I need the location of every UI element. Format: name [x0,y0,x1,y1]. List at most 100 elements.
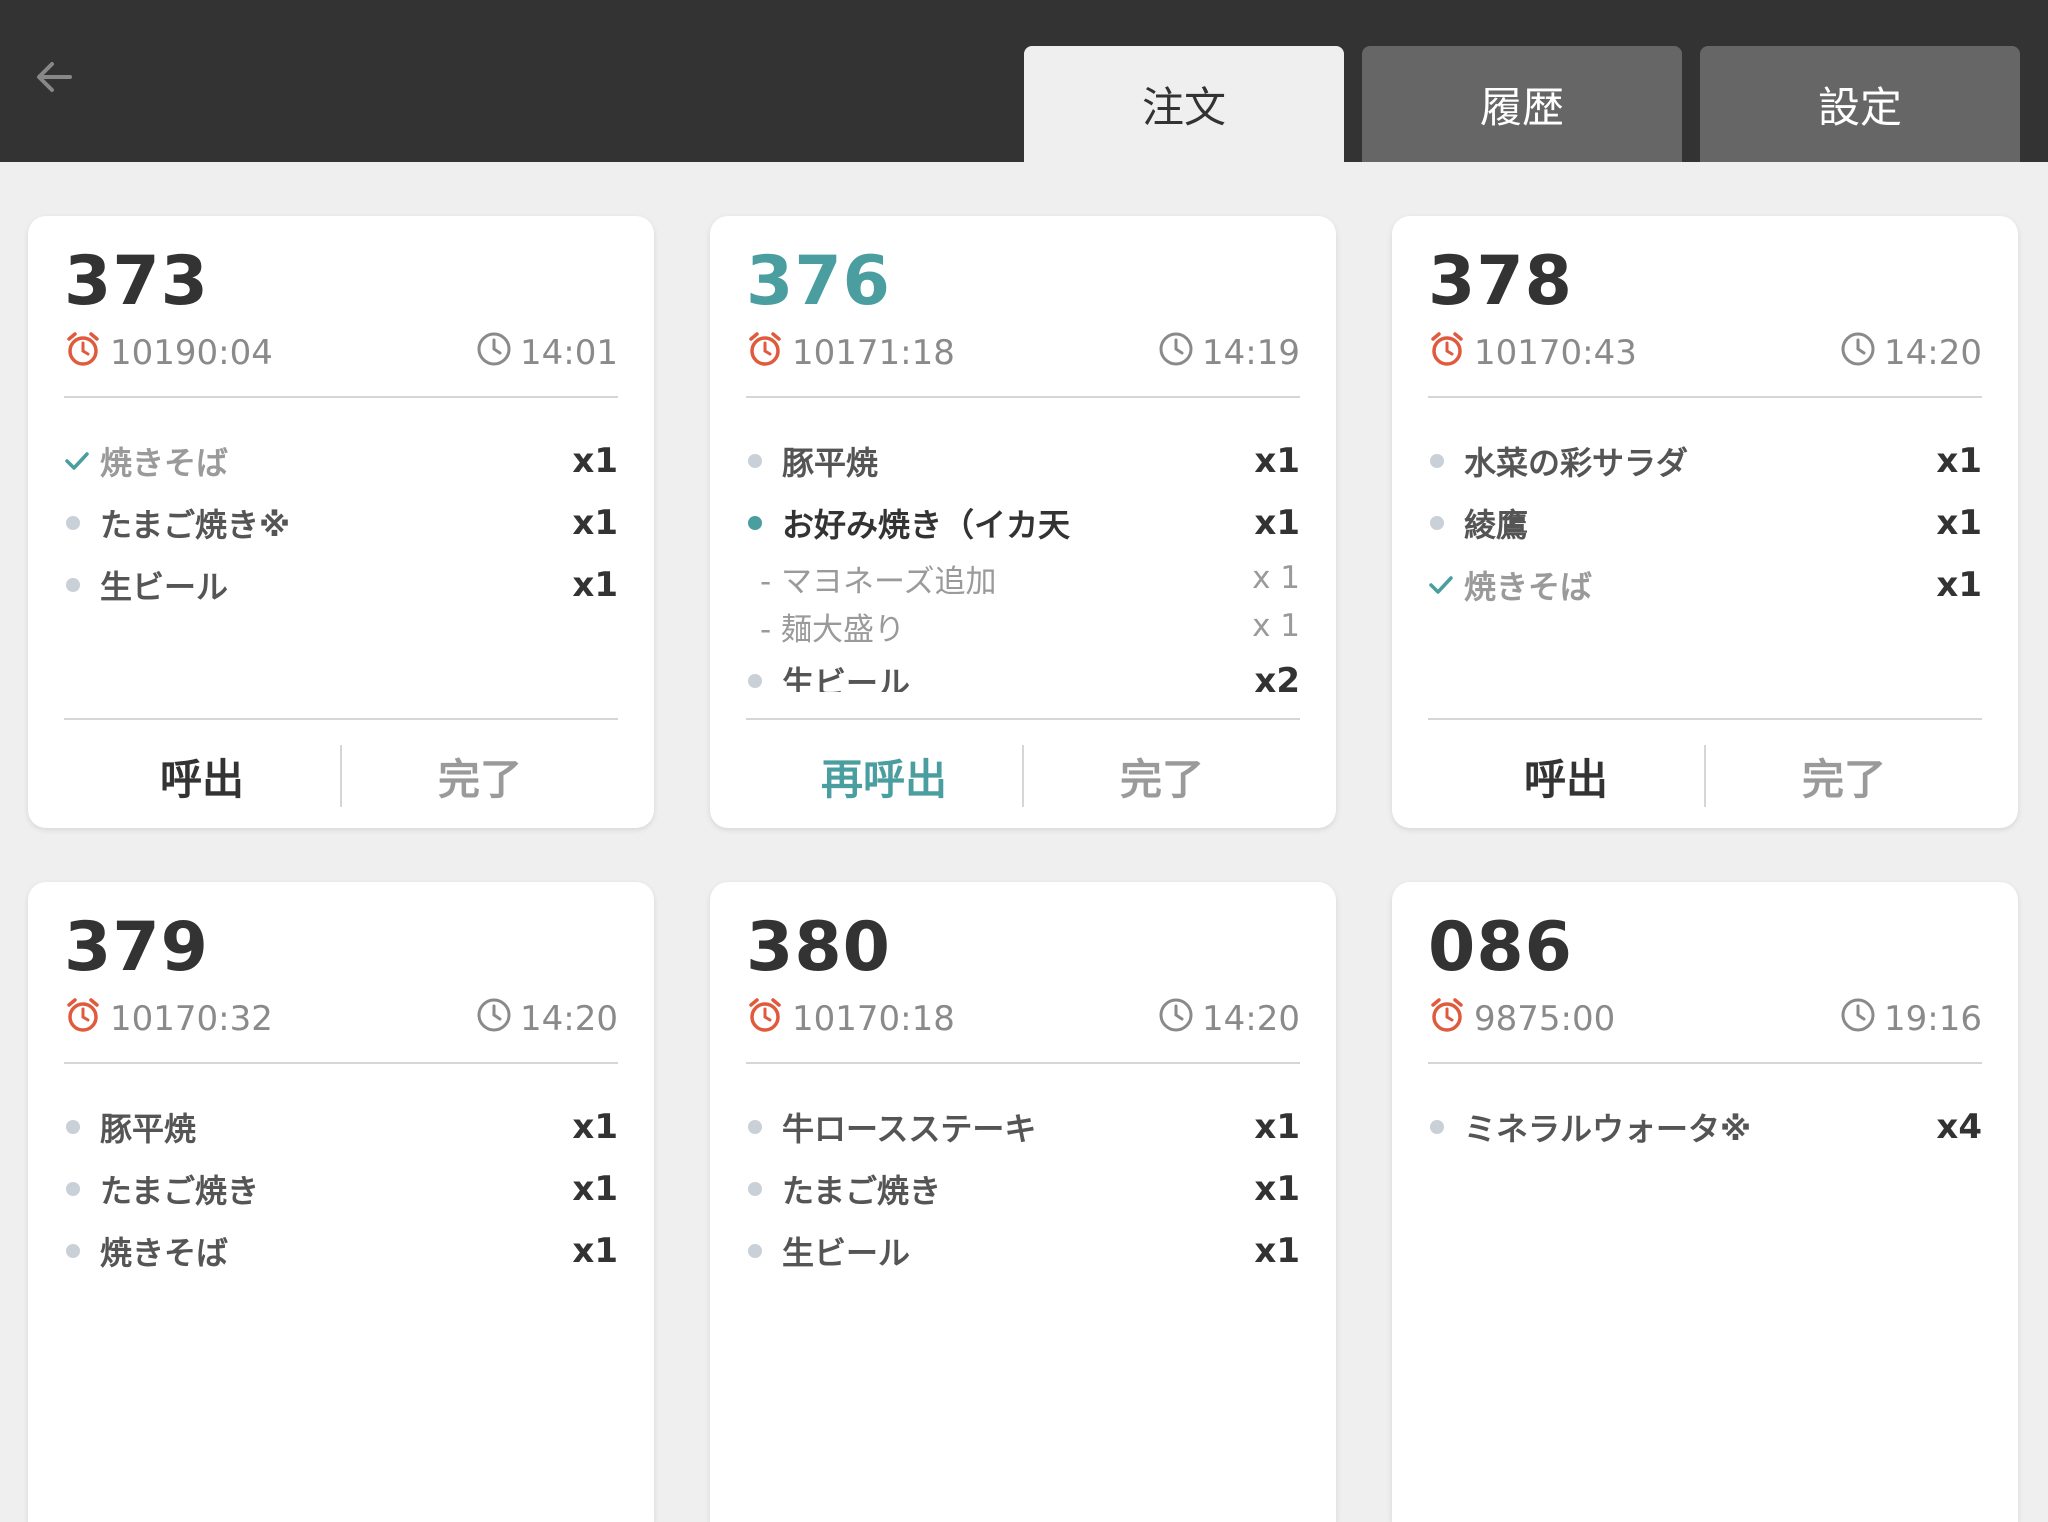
list-item[interactable]: 牛ロースステーキ x1 [746,1096,1300,1158]
call-button[interactable]: 呼出 [64,724,340,828]
order-time: 14:19 [1202,333,1300,373]
complete-button[interactable]: 完了 [1706,724,1982,828]
alarm-icon [64,996,102,1043]
item-qty: x1 [572,503,618,543]
item-qty: x1 [1936,441,1982,481]
list-item[interactable]: 焼きそば x1 [64,430,618,492]
item-name: お好み焼き（イカ天 [782,506,1071,544]
elapsed-time: 10170:43 [1474,333,1637,373]
list-item[interactable]: ミネラルウォータ※ x4 [1428,1096,1982,1158]
order-time: 14:20 [520,999,618,1039]
item-list: ミネラルウォータ※ x4 [1428,1096,1982,1522]
call-button[interactable]: 再呼出 [746,724,1022,828]
check-icon [1428,566,1454,604]
order-number: 379 [64,908,209,987]
list-item[interactable]: 生ビール x1 [746,1220,1300,1282]
status-dot [66,578,80,592]
order-number: 086 [1428,908,1573,987]
order-time: 14:01 [520,333,618,373]
clock-icon [1840,997,1876,1042]
divider [746,396,1300,398]
back-button[interactable] [30,52,80,102]
item-name: 焼きそば [100,444,229,482]
item-name: たまご焼き [100,1172,260,1210]
order-time: 14:20 [1202,999,1300,1039]
order-card[interactable]: 373 10190:04 14:01 焼きそば x1 たまご焼き※ x1 生ビール x1 呼出 完了 [28,216,654,828]
divider [1428,718,1982,720]
clock-icon [476,997,512,1042]
list-item[interactable]: 豚平焼 x1 [64,1096,618,1158]
item-qty: x4 [1936,1107,1982,1147]
list-item[interactable]: 焼きそば x1 [1428,554,1982,616]
arrow-left-icon [37,62,72,92]
list-item[interactable]: たまご焼き※ x1 [64,492,618,554]
list-item[interactable]: たまご焼き x1 [746,1158,1300,1220]
call-button[interactable]: 呼出 [1428,724,1704,828]
divider [64,1062,618,1064]
order-meta: 10170:32 14:20 [64,994,618,1044]
item-name: 水菜の彩サラダ [1464,444,1689,482]
order-card[interactable]: 086 9875:00 19:16 ミネラルウォータ※ x4 [1392,882,2018,1522]
alarm-icon [746,330,784,377]
item-list: 水菜の彩サラダ x1 綾鷹 x1 焼きそば x1 [1428,430,1982,692]
order-meta: 10171:18 14:19 [746,328,1300,378]
list-item[interactable]: お好み焼き（イカ天 x1 [746,492,1300,554]
status-dot [66,1120,80,1134]
order-card[interactable]: 378 10170:43 14:20 水菜の彩サラダ x1 綾鷹 x1 焼きそば x1 呼出 完了 [1392,216,2018,828]
clock-icon [1158,331,1194,376]
status-dot [66,516,80,530]
tab-orders[interactable]: 注文 [1024,46,1344,162]
check-icon [64,442,90,480]
order-card[interactable]: 376 10171:18 14:19 豚平焼 x1 お好み焼き（イカ天 x1 - マヨネーズ追… [710,216,1336,828]
card-actions: 呼出 完了 [1428,724,1982,828]
item-qty: x1 [1254,503,1300,543]
tab-history[interactable]: 履歴 [1362,46,1682,162]
order-time: 19:16 [1884,999,1982,1039]
card-actions: 再呼出 完了 [746,724,1300,828]
complete-button[interactable]: 完了 [342,724,618,828]
card-actions: 呼出 完了 [64,724,618,828]
status-dot [1430,516,1444,530]
order-card[interactable]: 379 10170:32 14:20 豚平焼 x1 たまご焼き x1 焼きそば x1 [28,882,654,1522]
item-name: たまご焼き※ [100,506,291,544]
complete-button[interactable]: 完了 [1024,724,1300,828]
list-item[interactable]: 生ビール x1 [64,554,618,616]
item-qty: x1 [572,1107,618,1147]
elapsed-time: 10171:18 [792,333,955,373]
item-name: ミネラルウォータ※ [1464,1110,1752,1148]
item-name: たまご焼き [782,1172,942,1210]
item-name: 牛ロースステーキ [782,1110,1037,1148]
option-qty: x 1 [1252,560,1300,596]
status-dot [748,1244,762,1258]
item-option: - マヨネーズ追加 x 1 [746,554,1300,602]
status-dot [66,1182,80,1196]
elapsed-time: 10170:18 [792,999,955,1039]
list-item[interactable]: 生ビール x2 [746,650,1300,692]
item-list: 豚平焼 x1 お好み焼き（イカ天 x1 - マヨネーズ追加 x 1 - 麺大盛り x 1 生ビー… [746,430,1300,692]
option-qty: x 1 [1252,608,1300,644]
clock-icon [476,331,512,376]
divider [746,718,1300,720]
item-name: 焼きそば [1464,568,1593,606]
item-qty: x1 [1254,441,1300,481]
item-qty: x1 [572,1169,618,1209]
list-item[interactable]: 水菜の彩サラダ x1 [1428,430,1982,492]
item-qty: x1 [572,441,618,481]
list-item[interactable]: 豚平焼 x1 [746,430,1300,492]
top-bar: 注文 履歴 設定 [0,0,2048,162]
item-qty: x1 [1254,1169,1300,1209]
alarm-icon [1428,996,1466,1043]
elapsed-time: 10170:32 [110,999,273,1039]
list-item[interactable]: たまご焼き x1 [64,1158,618,1220]
elapsed-time: 9875:00 [1474,999,1616,1039]
list-item[interactable]: 焼きそば x1 [64,1220,618,1282]
status-dot [748,1182,762,1196]
order-meta: 10170:43 14:20 [1428,328,1982,378]
item-qty: x1 [572,1231,618,1271]
item-qty: x1 [572,565,618,605]
tab-settings[interactable]: 設定 [1700,46,2020,162]
order-card[interactable]: 380 10170:18 14:20 牛ロースステーキ x1 たまご焼き x1 生ビール x1 [710,882,1336,1522]
item-qty: x1 [1254,1107,1300,1147]
list-item[interactable]: 綾鷹 x1 [1428,492,1982,554]
alarm-icon [1428,330,1466,377]
